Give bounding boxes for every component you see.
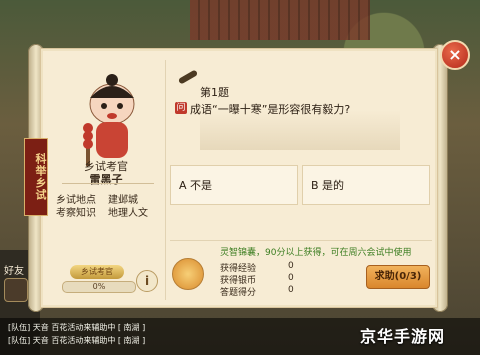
panel-divider xyxy=(165,60,166,300)
examiner-column: 乡试考官 雷黑子 乡试地点 建邺城 考察知识 地理人文 乡试考官 0% i xyxy=(56,60,172,300)
question-illustration xyxy=(200,110,400,150)
examiner-avatar xyxy=(83,74,135,166)
exam-progress-bar: 0% xyxy=(62,281,136,293)
reward-key: 获得经验 xyxy=(220,264,257,274)
reward-value: 0 xyxy=(288,285,294,295)
ask-help-button[interactable]: 求助(0/3) xyxy=(366,265,430,289)
close-button[interactable]: × xyxy=(440,40,470,70)
examiner-badge: 乡试考官 0% xyxy=(62,265,136,295)
reward-row: 获得经验 0 xyxy=(220,261,308,274)
examiner-info: 乡试地点 建邺城 考察知识 地理人文 xyxy=(56,191,174,219)
reward-value: 0 xyxy=(288,261,294,271)
medal-icon: 乡试考官 xyxy=(70,265,124,279)
option-a-button[interactable]: A 不是 xyxy=(170,165,298,205)
reward-row: 答题得分 0 xyxy=(220,285,308,298)
friend-label: 好友 xyxy=(4,266,24,277)
reward-divider xyxy=(170,240,432,241)
question-number: 第1题 xyxy=(200,86,229,99)
answer-options: A 不是 B 是的 xyxy=(170,165,432,207)
examiner-divider xyxy=(62,183,154,184)
brush-icon xyxy=(177,69,199,85)
info-button[interactable]: i xyxy=(136,270,158,292)
chat-line: [队伍] 天音 百花活动来辅助中 [ 南湖 ] xyxy=(8,323,146,332)
info-row: 乡试地点 建邺城 xyxy=(56,191,174,206)
reward-pouch-icon xyxy=(172,258,204,290)
info-value: 建邺城 xyxy=(108,195,138,206)
option-b-button[interactable]: B 是的 xyxy=(302,165,430,205)
question-tag-icon: 问 xyxy=(175,102,187,114)
reward-key: 答题得分 xyxy=(220,288,257,298)
reward-note: 灵智锦囊，90分以上获得，可在周六会试中使用 xyxy=(220,248,412,258)
info-value: 地理人文 xyxy=(108,208,148,219)
question-area: 第1题 问 成语“一曝十寒”是形容很有毅力? A 不是 B 是的 灵智锦囊，90… xyxy=(170,60,432,300)
info-key: 考察知识 xyxy=(56,208,96,219)
examiner-name: 雷黑子 xyxy=(89,173,123,186)
chat-line: [队伍] 天音 百花活动来辅助中 [ 南湖 ] xyxy=(8,336,146,345)
exam-ribbon-label: 科举乡试 xyxy=(24,138,48,216)
reward-value: 0 xyxy=(288,273,294,283)
chat-icon[interactable] xyxy=(4,278,28,302)
site-watermark: 京华手游网 xyxy=(360,327,446,346)
reward-list: 获得经验 0 获得银币 0 答题得分 0 xyxy=(220,261,308,298)
reward-key: 获得银币 xyxy=(220,276,257,286)
reward-row: 获得银币 0 xyxy=(220,273,308,286)
info-key: 乡试地点 xyxy=(56,195,96,206)
background-roof xyxy=(190,0,370,40)
info-row: 考察知识 地理人文 xyxy=(56,204,174,219)
